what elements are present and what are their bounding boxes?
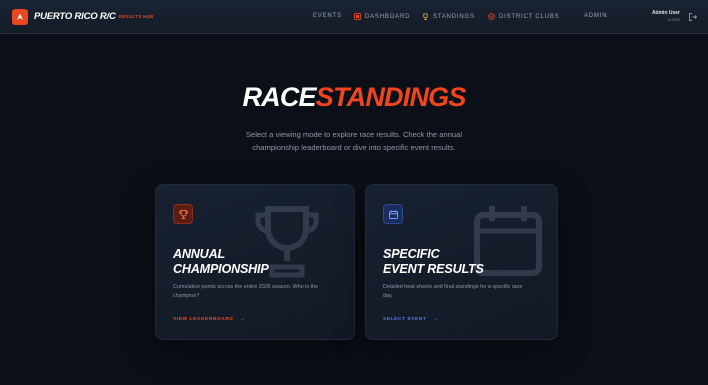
nav-admin-label: ADMIN (584, 13, 608, 19)
arrow-right-icon: → (239, 316, 247, 322)
nav-district-clubs[interactable]: DISTRICT CLUBS (488, 13, 559, 20)
page-title: RACESTANDINGS (0, 82, 708, 113)
nav-standings[interactable]: STANDINGS (422, 13, 475, 20)
specific-event-title: SPECIFIC EVENT RESULTS (383, 247, 484, 277)
nav-dashboard[interactable]: DASHBOARD (354, 13, 410, 20)
user-role: ADMIN (667, 18, 680, 22)
annual-championship-title-line1: ANNUAL (173, 247, 225, 261)
view-leaderboard-link[interactable]: VIEW LEADERBOARD → (173, 316, 246, 322)
trophy-icon (178, 209, 188, 219)
specific-event-title-line2: EVENT RESULTS (383, 262, 484, 276)
select-event-link[interactable]: SELECT EVENT → (383, 316, 439, 322)
nav-events[interactable]: EVENTS (313, 13, 342, 19)
nav-standings-label: STANDINGS (433, 13, 475, 20)
brand-tagline: RESULTS HUB (118, 14, 154, 19)
arrow-right-icon: → (432, 316, 440, 322)
dashboard-icon (354, 13, 361, 20)
page-title-part1: RACE (242, 82, 316, 112)
nav-events-label: EVENTS (313, 13, 342, 19)
user-name: Admin User (651, 10, 680, 16)
annual-championship-card[interactable]: ANNUAL CHAMPIONSHIP Cumulative points ac… (155, 184, 355, 340)
brand-name: PUERTO RICO R/C (34, 11, 116, 22)
page-subtitle: Select a viewing mode to explore race re… (245, 130, 463, 152)
annual-championship-icon-box (173, 204, 193, 224)
specific-event-icon-box (383, 204, 403, 224)
top-nav-bar: PUERTO RICO R/C RESULTS HUB EVENTS DASHB… (0, 0, 708, 34)
page-title-part2: STANDINGS (315, 82, 467, 112)
nav-dashboard-label: DASHBOARD (365, 13, 411, 20)
trophy-icon (423, 13, 428, 20)
annual-championship-description: Cumulative points across the entire 2026… (173, 284, 319, 299)
brand-logo[interactable]: PUERTO RICO R/C RESULTS HUB (12, 8, 154, 25)
nav-district-clubs-label: DISTRICT CLUBS (499, 13, 560, 20)
annual-championship-title: ANNUAL CHAMPIONSHIP (173, 247, 269, 277)
select-event-label: SELECT EVENT (383, 316, 427, 322)
specific-event-title-line1: SPECIFIC (383, 247, 440, 261)
logout-icon[interactable] (688, 12, 698, 22)
user-profile[interactable]: Admin User ADMIN (644, 10, 680, 22)
view-leaderboard-label: VIEW LEADERBOARD (173, 316, 234, 322)
specific-event-description: Detailed heat sheets and final standings… (383, 284, 523, 299)
calendar-icon (388, 209, 398, 219)
specific-event-results-card[interactable]: SPECIFIC EVENT RESULTS Detailed heat she… (365, 184, 558, 340)
annual-championship-title-line2: CHAMPIONSHIP (173, 262, 269, 276)
nav-admin[interactable]: ADMIN (584, 13, 607, 19)
clubs-icon (488, 13, 495, 20)
brand-logo-icon (12, 8, 28, 25)
